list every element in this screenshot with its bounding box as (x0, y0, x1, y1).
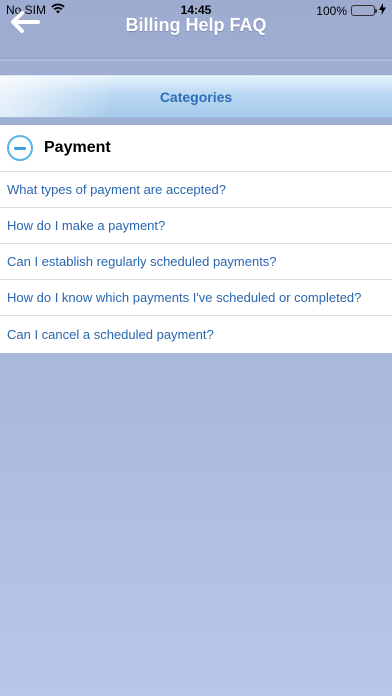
faq-item[interactable]: How do I make a payment? (0, 208, 392, 244)
categories-label: Categories (159, 88, 233, 105)
faq-item[interactable]: Can I establish regularly scheduled paym… (0, 244, 392, 280)
faq-item[interactable]: Can I cancel a scheduled payment? (0, 316, 392, 352)
faq-panel: Payment What types of payment are accept… (0, 125, 392, 353)
nav-header: Billing Help FAQ (0, 0, 392, 58)
categories-button[interactable]: Categories (0, 75, 392, 118)
header-divider (0, 57, 392, 61)
section-header-payment[interactable]: Payment (0, 125, 392, 172)
page-title: Billing Help FAQ (125, 15, 267, 35)
section-title: Payment (44, 139, 111, 156)
faq-item[interactable]: What types of payment are accepted? (0, 172, 392, 208)
faq-item[interactable]: How do I know which payments I've schedu… (0, 280, 392, 316)
collapse-minus-icon[interactable] (7, 135, 33, 161)
